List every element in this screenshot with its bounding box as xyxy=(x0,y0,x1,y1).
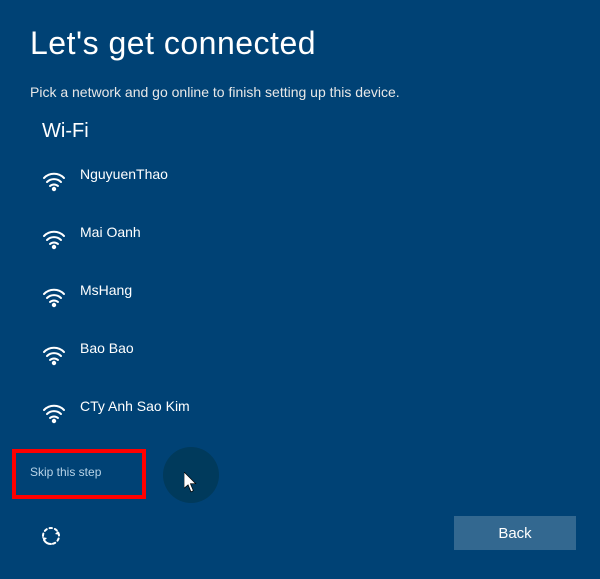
wifi-icon xyxy=(42,168,66,192)
wifi-icon xyxy=(42,400,66,424)
network-item[interactable]: Bao Bao xyxy=(42,325,600,383)
skip-step-link[interactable]: Skip this step xyxy=(30,465,101,479)
subtitle: Pick a network and go online to finish s… xyxy=(0,62,600,100)
refresh-icon[interactable] xyxy=(37,522,65,550)
network-item[interactable]: NguyuenThao xyxy=(42,151,600,209)
cursor-icon xyxy=(184,472,198,492)
network-item[interactable]: Mai Oanh xyxy=(42,209,600,267)
wifi-icon xyxy=(42,342,66,366)
network-name: MsHang xyxy=(80,282,132,298)
page-title: Let's get connected xyxy=(0,0,600,62)
network-list: NguyuenThao Mai Oanh MsHang xyxy=(0,151,600,441)
network-name: Mai Oanh xyxy=(80,224,141,240)
network-name: Bao Bao xyxy=(80,340,134,356)
network-name: CTy Anh Sao Kim xyxy=(80,398,190,414)
network-name: NguyuenThao xyxy=(80,166,168,182)
wifi-icon xyxy=(42,226,66,250)
wifi-icon xyxy=(42,284,66,308)
network-item[interactable]: MsHang xyxy=(42,267,600,325)
wifi-section-header: Wi-Fi xyxy=(0,100,600,151)
network-item[interactable]: CTy Anh Sao Kim xyxy=(42,383,600,441)
back-button[interactable]: Back xyxy=(454,516,576,550)
